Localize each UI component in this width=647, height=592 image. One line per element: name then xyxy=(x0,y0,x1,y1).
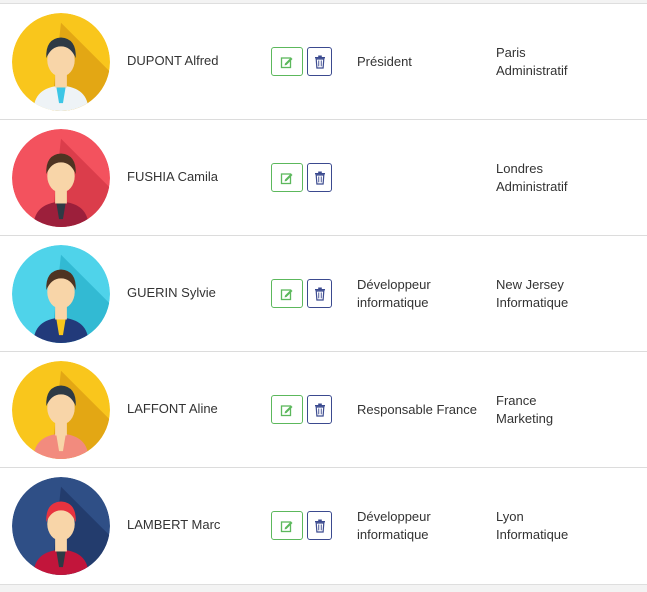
employee-city: New Jersey xyxy=(496,277,564,292)
delete-button[interactable] xyxy=(307,279,332,308)
employee-service: Administratif xyxy=(496,179,568,194)
table-row: DUPONT Alfred Président Paris Administra… xyxy=(0,4,647,120)
edit-button[interactable] xyxy=(271,511,303,540)
trash-icon xyxy=(314,287,326,301)
employee-city: Lyon xyxy=(496,509,524,524)
trash-icon xyxy=(314,171,326,185)
delete-button[interactable] xyxy=(307,163,332,192)
edit-icon xyxy=(280,287,294,301)
employee-name: FUSHIA Camila xyxy=(127,169,219,184)
avatar xyxy=(12,13,110,111)
edit-icon xyxy=(280,55,294,69)
employee-service: Administratif xyxy=(496,63,568,78)
employee-city: Paris xyxy=(496,45,526,60)
employee-service: Informatique xyxy=(496,295,569,310)
table-row: FUSHIA Camila Londres Administratif xyxy=(0,120,647,236)
employee-poste: Développeur informatique xyxy=(357,276,487,312)
employee-poste: Président xyxy=(357,53,487,71)
employee-location: Londres Administratif xyxy=(496,160,568,196)
employee-name: LAFFONT Aline xyxy=(127,401,218,416)
edit-icon xyxy=(280,171,294,185)
trash-icon xyxy=(314,519,326,533)
delete-button[interactable] xyxy=(307,395,332,424)
poste-line: informatique xyxy=(357,295,429,310)
poste-line: Développeur xyxy=(357,509,431,524)
employee-location: Lyon Informatique xyxy=(496,508,568,544)
delete-button[interactable] xyxy=(307,47,332,76)
table-row: GUERIN Sylvie Développeur informatique Ne… xyxy=(0,236,647,352)
employee-service: Informatique xyxy=(496,527,569,542)
employee-city: France xyxy=(496,393,537,408)
edit-button[interactable] xyxy=(271,163,303,192)
employee-location: France Marketing xyxy=(496,392,553,428)
table-row: LAFFONT Aline Responsable France France … xyxy=(0,352,647,468)
edit-icon xyxy=(280,403,294,417)
poste-line: Président xyxy=(357,54,412,69)
employee-location: New Jersey Informatique xyxy=(496,276,568,312)
avatar xyxy=(12,245,110,343)
delete-button[interactable] xyxy=(307,511,332,540)
poste-line: Responsable France xyxy=(357,402,477,417)
employee-poste: Développeur informatique xyxy=(357,508,487,544)
employee-name: DUPONT Alfred xyxy=(127,53,219,68)
trash-icon xyxy=(314,55,326,69)
employee-name: GUERIN Sylvie xyxy=(127,285,216,300)
avatar xyxy=(12,477,110,575)
employee-name: LAMBERT Marc xyxy=(127,517,221,532)
employee-city: Londres xyxy=(496,161,543,176)
avatar xyxy=(12,129,110,227)
employee-poste: Responsable France xyxy=(357,401,487,419)
employee-service: Marketing xyxy=(496,411,554,426)
edit-icon xyxy=(280,519,294,533)
employee-location: Paris Administratif xyxy=(496,44,568,80)
poste-line: informatique xyxy=(357,527,429,542)
avatar xyxy=(12,361,110,459)
edit-button[interactable] xyxy=(271,47,303,76)
table-row: LAMBERT Marc Développeur informatique Lyo… xyxy=(0,468,647,584)
trash-icon xyxy=(314,403,326,417)
employee-table: DUPONT Alfred Président Paris Administra… xyxy=(0,3,647,585)
edit-button[interactable] xyxy=(271,279,303,308)
edit-button[interactable] xyxy=(271,395,303,424)
poste-line: Développeur xyxy=(357,277,431,292)
